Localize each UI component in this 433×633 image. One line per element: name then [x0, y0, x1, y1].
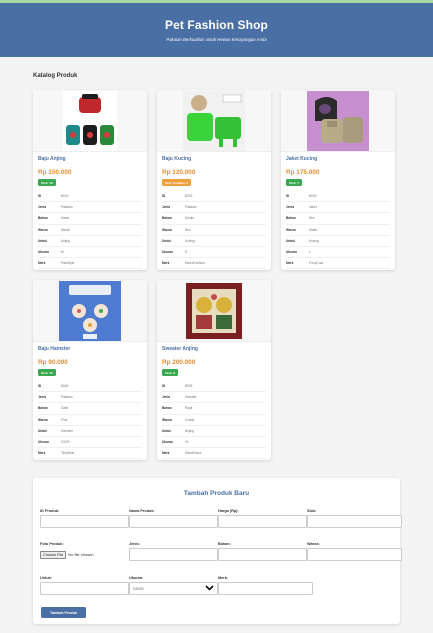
- spec-row-untuk: Untuk Anjing: [38, 236, 142, 247]
- nama-input[interactable]: [129, 515, 218, 528]
- add-product-button[interactable]: Tambah Produk: [41, 607, 86, 618]
- spec-row-jenis: Jenis Pakaian: [38, 202, 142, 214]
- site-subtitle: Pakaian Berkualitas untuk Hewan Kesayang…: [166, 37, 267, 42]
- spec-row-warna: Warna Hitam: [286, 225, 390, 236]
- site-header: Pet Fashion Shop Pakaian Berkualitas unt…: [0, 3, 433, 57]
- spec-row-bahan: Bahan Denim: [162, 213, 266, 225]
- spec-row-id: ID B001: [38, 191, 142, 203]
- spec-row-untuk: Untuk Kucing: [162, 236, 266, 247]
- spec-row-id: ID B002: [162, 191, 266, 203]
- stock-badge: Stok: 15: [38, 369, 56, 376]
- spec-row-ukuran: Ukuran S: [162, 247, 266, 259]
- spec-row-merk: Merk TinyWear: [38, 448, 142, 460]
- spec-row-jenis: Jenis Jaket: [286, 202, 390, 214]
- spec-row-untuk: Untuk Kucing: [286, 236, 390, 247]
- spec-row-bahan: Bahan Katun: [38, 213, 142, 225]
- spec-row-warna: Warna Pink: [38, 415, 142, 426]
- product-price: Rp 200.000: [162, 359, 196, 366]
- site-title: Pet Fashion Shop: [165, 18, 268, 32]
- untuk-field-group: Untuk:: [40, 576, 129, 595]
- spec-row-ukuran: Ukuran XL: [162, 437, 266, 449]
- product-name: Baju Anjing: [38, 156, 66, 162]
- product-image: [281, 90, 395, 152]
- spec-row-jenis: Jenis Pakaian: [162, 202, 266, 214]
- ukuran-select[interactable]: XXXS: [129, 582, 218, 595]
- spec-row-bahan: Bahan Satin: [38, 403, 142, 415]
- merk-input[interactable]: [218, 582, 313, 595]
- product-specs: ID B003 Jenis Jaket Bahan Wol Warna Hitam Un…: [286, 191, 390, 270]
- stok-field-group: Stok:: [307, 509, 402, 528]
- spec-row-untuk: Untuk Anjing: [162, 426, 266, 437]
- spec-row-ukuran: Ukuran XXXS: [38, 437, 142, 449]
- product-name: Baju Hamster: [38, 346, 71, 352]
- ukuran-selected-value: XXXS: [133, 586, 144, 591]
- spec-row-bahan: Bahan Wol: [286, 213, 390, 225]
- product-image: [33, 280, 147, 342]
- harga-input[interactable]: [218, 515, 307, 528]
- product-price: Rp 150.000: [38, 169, 72, 176]
- spec-row-warna: Warna Merah: [38, 225, 142, 236]
- product-price: Rp 175.000: [286, 169, 320, 176]
- spec-row-ukuran: Ukuran M: [38, 247, 142, 259]
- chevron-down-icon: [205, 585, 214, 592]
- spec-row-id: ID B005: [162, 381, 266, 393]
- choose-file-button[interactable]: Choose File: [40, 550, 67, 559]
- merk-field-group: Merk:: [218, 576, 313, 595]
- product-specs: ID B001 Jenis Pakaian Bahan Katun Warna Mera…: [38, 191, 142, 270]
- stock-badge: Stok: 7: [286, 179, 303, 186]
- product-specs: ID B004 Jenis Pakaian Bahan Satin Warna Pink…: [38, 381, 142, 460]
- spec-row-id: ID B003: [286, 191, 390, 203]
- catalog-title: Katalog Produk: [33, 73, 78, 79]
- product-image: [157, 90, 271, 152]
- ukuran-field-group: Ukuran: XXXS: [129, 576, 218, 595]
- bahan-input[interactable]: [218, 548, 307, 561]
- spec-row-merk: Merk FurryCoat: [286, 258, 390, 270]
- product-price: Rp 90.000: [38, 359, 68, 366]
- warna-input[interactable]: [307, 548, 402, 561]
- harga-field-group: Harga (Rp):: [218, 509, 307, 528]
- product-card[interactable]: Sweater Anjing Rp 200.000 Stok: 8 ID B005…: [157, 280, 271, 460]
- product-name: Jaket Kucing: [286, 156, 318, 162]
- spec-row-ukuran: Ukuran L: [286, 247, 390, 259]
- spec-row-bahan: Bahan Rajut: [162, 403, 266, 415]
- spec-row-jenis: Jenis Sweater: [162, 392, 266, 404]
- stock-badge: Stok Terbatas: 5: [162, 179, 192, 186]
- jenis-input[interactable]: [129, 548, 218, 561]
- spec-row-merk: Merk PawStyle: [38, 258, 142, 270]
- product-specs: ID B002 Jenis Pakaian Bahan Denim Warna Biru…: [162, 191, 266, 270]
- product-name: Sweater Anjing: [162, 346, 198, 352]
- spec-row-warna: Warna Biru: [162, 225, 266, 236]
- product-image: [157, 280, 271, 342]
- add-product-form: Tambah Produk Baru ID Produk: Nama Produ…: [33, 478, 402, 624]
- stock-badge: Stok: 10: [38, 179, 56, 186]
- stock-badge: Stok: 8: [162, 369, 179, 376]
- product-card[interactable]: Baju Hamster Rp 90.000 Stok: 15 ID B004 J…: [33, 280, 147, 460]
- product-card[interactable]: Baju Kucing Rp 120.000 Stok Terbatas: 5 …: [157, 90, 271, 270]
- jenis-field-group: Jenis:: [129, 542, 218, 561]
- product-price: Rp 120.000: [162, 169, 196, 176]
- product-card[interactable]: Jaket Kucing Rp 175.000 Stok: 7 ID B003 J…: [281, 90, 395, 270]
- nama-field-group: Nama Produk:: [129, 509, 218, 528]
- product-specs: ID B005 Jenis Sweater Bahan Rajut Warna Cokl…: [162, 381, 266, 460]
- spec-row-merk: Merk MeowFashion: [162, 258, 266, 270]
- file-picker: Choose File No file chosen: [40, 548, 129, 561]
- bahan-field-group: Bahan:: [218, 542, 307, 561]
- product-card[interactable]: Baju Anjing Rp 150.000 Stok: 10 ID B001 J…: [33, 90, 147, 270]
- untuk-input[interactable]: [40, 582, 129, 595]
- spec-row-merk: Merk WarmPaws: [162, 448, 266, 460]
- spec-row-jenis: Jenis Pakaian: [38, 392, 142, 404]
- file-status: No file chosen: [68, 552, 94, 557]
- spec-row-id: ID B004: [38, 381, 142, 393]
- product-image: [33, 90, 147, 152]
- spec-row-warna: Warna Coklat: [162, 415, 266, 426]
- foto-field-group: Foto Produk: Choose File No file chosen: [40, 542, 129, 561]
- id-field-group: ID Produk:: [40, 509, 129, 528]
- form-title: Tambah Produk Baru: [183, 490, 250, 497]
- warna-field-group: Warna:: [307, 542, 402, 561]
- stok-input[interactable]: [307, 515, 402, 528]
- id-input[interactable]: [40, 515, 129, 528]
- spec-row-untuk: Untuk Hamster: [38, 426, 142, 437]
- product-name: Baju Kucing: [162, 156, 192, 162]
